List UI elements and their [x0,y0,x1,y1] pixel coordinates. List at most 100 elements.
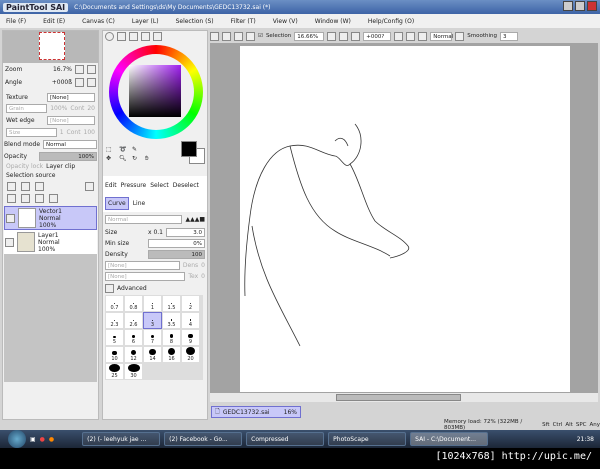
move-tool-icon[interactable]: ✥ [106,155,117,163]
hsv-slider-tab-icon[interactable] [129,32,138,41]
invert-selection-icon[interactable] [246,31,255,41]
chrome-icon[interactable]: ● [40,436,45,443]
angle-select[interactable]: +000? [363,31,392,41]
opacity-lock-checkbox[interactable]: Opacity lock [6,163,43,170]
brush-size-0.8[interactable]: 0.8 [124,295,143,312]
scratchpad-tab-icon[interactable] [153,32,162,41]
brush-size-1[interactable]: 1 [143,295,162,312]
brush-size-8[interactable]: 8 [162,329,181,346]
firefox-icon[interactable]: ● [49,436,54,443]
brush-size-2.6[interactable]: 2.6 [124,312,143,329]
new-layer-icon[interactable] [7,182,16,191]
density-slider[interactable]: 100 [148,250,205,259]
redo-icon[interactable] [222,31,231,41]
transfer-down-icon[interactable] [7,194,16,203]
menu-edit[interactable]: Edit (E) [43,18,65,25]
saturation-value-square[interactable] [129,65,181,117]
brush-size-20[interactable]: 20 [181,346,200,363]
brush-size-10[interactable]: 10 [105,346,124,363]
texture-select[interactable]: [None] [47,93,95,102]
menu-window[interactable]: Window (W) [315,18,351,25]
merge-down-icon[interactable] [21,194,30,203]
min-size-slider[interactable]: 0% [148,239,205,248]
menu-help[interactable]: Help/Config (O) [368,18,414,25]
new-vector-layer-icon[interactable] [21,182,30,191]
wet-edge-select[interactable]: [None] [47,116,95,125]
magic-wand-icon[interactable]: ✎ [132,146,143,153]
size-multiplier[interactable]: x 0.1 [148,229,163,236]
brush-size-25[interactable]: 25 [105,363,124,380]
size-slider[interactable]: 3.0 [166,228,205,237]
hand-tool-icon[interactable]: ✋︎ [145,155,156,163]
selection-source-radio[interactable]: Selection source [6,172,55,179]
deselect-icon[interactable] [234,31,243,41]
view-blend-select[interactable]: Normal [430,31,453,41]
canvas[interactable] [240,46,570,392]
close-button[interactable] [587,1,597,11]
brush-size-0.7[interactable]: 0.7 [105,295,124,312]
opacity-slider[interactable]: 100% [39,152,97,161]
lasso-tool-icon[interactable]: ➰ [119,146,130,153]
visibility-checkbox[interactable] [5,237,14,247]
new-folder-icon[interactable] [35,182,44,191]
visibility-eye-icon[interactable] [6,213,15,223]
clock[interactable]: 21:38 [577,436,594,443]
menu-selection[interactable]: Selection (S) [176,18,214,25]
task-item[interactable]: Compressed [246,432,325,446]
rotate-button[interactable] [75,78,84,87]
undo-icon[interactable] [210,31,219,41]
task-item-active[interactable]: SAI - C:\Document... [410,432,489,446]
start-button[interactable] [8,430,26,448]
rotate-reset-icon[interactable] [418,31,428,41]
brush-size-7[interactable]: 7 [143,329,162,346]
rgb-slider-tab-icon[interactable] [117,32,126,41]
brush-texture-select[interactable]: [None] [105,272,186,281]
brush-size-14[interactable]: 14 [143,346,162,363]
tool-edit[interactable]: Edit [105,182,117,189]
layer-clip-checkbox[interactable]: Layer clip [46,163,75,170]
rotate-tool-icon[interactable]: ↻ [132,155,143,163]
blend-mode-select[interactable]: Normal [43,140,97,149]
brush-size-5[interactable]: 5 [105,329,124,346]
tool-pressure[interactable]: Pressure [121,182,147,189]
task-item[interactable]: PhotoScape [328,432,407,446]
mask-icon[interactable] [85,182,94,191]
brush-mode-select[interactable]: Normal [105,215,183,224]
menu-filter[interactable]: Filter (T) [231,18,256,25]
layer-item-layer1[interactable]: Layer1 Normal 100% [4,230,97,254]
brush-size-3[interactable]: 3 [143,312,162,329]
swatches-tab-icon[interactable] [141,32,150,41]
tool-line[interactable]: Line [133,200,146,207]
rotate-right-icon[interactable] [406,31,416,41]
tool-select[interactable]: Select [150,182,169,189]
zoom-value[interactable]: 16.7% [53,66,72,73]
navigator-preview[interactable] [3,31,98,63]
brush-shape-select[interactable]: [None] [105,261,180,270]
color-wheel[interactable] [103,42,207,140]
layer-item-vector1[interactable]: Vector1 Normal 100% [4,206,97,230]
task-item[interactable]: (2) (- leehyuk jae ... [82,432,161,446]
zoom-in-icon[interactable] [339,31,349,41]
scrollbar-thumb[interactable] [336,394,461,401]
zoom-reset-icon[interactable] [351,31,361,41]
flip-icon[interactable] [455,31,465,41]
brush-size-3.5[interactable]: 3.5 [162,312,181,329]
tool-deselect[interactable]: Deselect [173,182,199,189]
brush-size-4[interactable]: 4 [181,312,200,329]
zoom-out-button[interactable] [75,65,84,74]
menu-view[interactable]: View (V) [273,18,298,25]
brush-size-16[interactable]: 16 [162,346,181,363]
canvas-area[interactable] [210,43,598,402]
brush-size-12[interactable]: 12 [124,346,143,363]
smoothing-select[interactable]: 3 [500,31,519,41]
primary-color-swatch[interactable] [181,141,197,157]
angle-value[interactable]: +000ß [52,79,72,86]
tool-curve[interactable]: Curve [105,196,129,210]
menu-file[interactable]: File (F) [6,18,26,25]
brush-size-30[interactable]: 30 [124,363,143,380]
zoom-select[interactable]: 16.66% [294,31,325,41]
horizontal-scrollbar[interactable] [210,393,598,402]
delete-layer-icon[interactable] [49,194,58,203]
marquee-tool-icon[interactable]: ⬚ [106,146,117,153]
minimize-button[interactable] [563,1,573,11]
